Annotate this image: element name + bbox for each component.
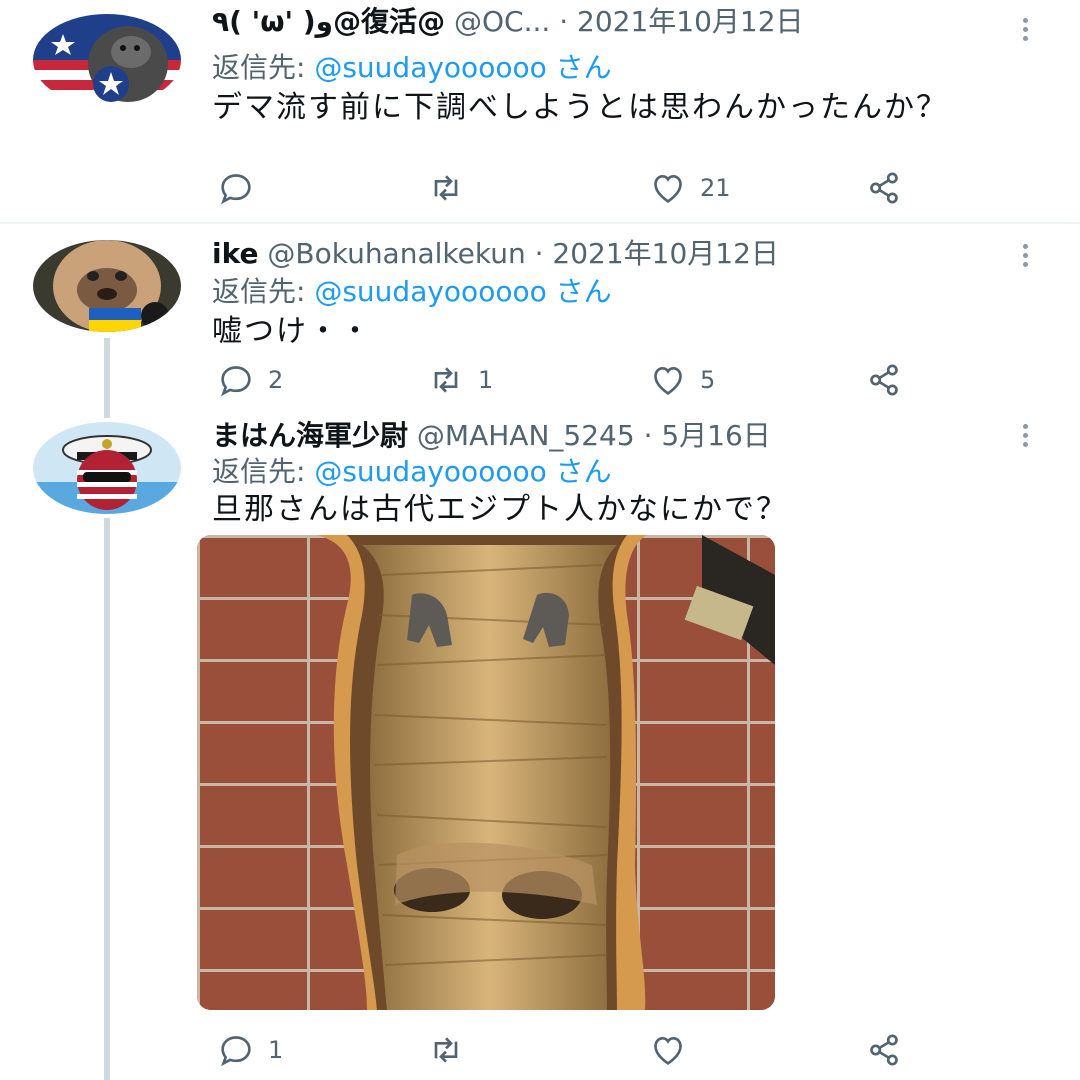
display-name[interactable]: ٩( 'ω' )و@復活@	[212, 5, 445, 38]
tweet-date[interactable]: · 5月16日	[644, 419, 771, 452]
reply-button[interactable]: 1	[216, 1030, 283, 1070]
reply-icon	[221, 1036, 251, 1067]
reply-to-line: 返信先: @suudayoooooo さん	[212, 454, 612, 490]
user-handle[interactable]: @Bokuhanalkekun	[267, 237, 525, 270]
display-name[interactable]: まはん海軍少尉	[212, 419, 408, 452]
heart-icon	[654, 1036, 682, 1065]
retweet-icon	[434, 1037, 458, 1063]
like-button[interactable]: 5	[648, 360, 715, 400]
retweet-icon	[434, 175, 458, 201]
like-button[interactable]	[648, 1030, 700, 1070]
tweet-actions: 21	[212, 168, 972, 208]
avatar[interactable]	[33, 240, 181, 332]
reply-icon	[221, 366, 251, 397]
tweet-date[interactable]: · 2021年10月12日	[559, 5, 803, 38]
retweet-button[interactable]	[426, 168, 478, 208]
share-icon	[870, 172, 898, 204]
reply-count: 2	[268, 366, 284, 394]
heart-icon	[654, 174, 682, 203]
like-count: 5	[700, 366, 716, 394]
share-icon	[870, 364, 898, 396]
display-name[interactable]: ike	[212, 237, 258, 270]
mummy-in-coffin-photo	[197, 535, 775, 1010]
share-icon	[870, 1034, 898, 1066]
tweet-divider	[0, 222, 1080, 224]
tweet-header: ike @Bokuhanalkekun · 2021年10月12日	[212, 236, 779, 272]
tweet-media-image[interactable]	[197, 535, 775, 1010]
reply-to-handle[interactable]: @suudayoooooo さん	[314, 455, 611, 488]
like-count: 21	[700, 174, 731, 202]
reply-to-label: 返信先:	[212, 275, 315, 308]
navy-officer-ball-avatar	[33, 422, 181, 514]
heart-icon	[654, 366, 682, 395]
reply-button[interactable]: 2	[216, 360, 283, 400]
like-button[interactable]: 21	[648, 168, 731, 208]
retweet-button[interactable]	[426, 1030, 478, 1070]
reply-count: 1	[268, 1036, 284, 1064]
tweet-header: ٩( 'ω' )و@復活@ @OC... · 2021年10月12日	[212, 4, 804, 40]
tweet-text: 嘘つけ・・	[212, 314, 372, 349]
reply-icon	[221, 174, 251, 205]
tweet-actions: 2 1 5	[212, 360, 972, 400]
reply-to-label: 返信先:	[212, 455, 315, 488]
reply-to-line: 返信先: @suudayoooooo さん	[212, 50, 612, 86]
tweet-2[interactable]: ike @Bokuhanalkekun · 2021年10月12日 返信先: @…	[0, 226, 1080, 418]
reply-to-line: 返信先: @suudayoooooo さん	[212, 274, 612, 310]
thread-line	[104, 518, 110, 1080]
share-button[interactable]	[864, 360, 904, 400]
avatar[interactable]	[33, 422, 181, 514]
tweet-date[interactable]: · 2021年10月12日	[535, 237, 779, 270]
reply-button[interactable]	[216, 168, 268, 208]
retweet-count: 1	[478, 366, 494, 394]
reply-to-handle[interactable]: @suudayoooooo さん	[314, 51, 611, 84]
tweet-text: デマ流す前に下調べしようとは思わんかったんか？	[212, 90, 948, 125]
share-button[interactable]	[864, 168, 904, 208]
reply-to-handle[interactable]: @suudayoooooo さん	[314, 275, 611, 308]
retweet-icon	[434, 367, 458, 393]
more-options-icon[interactable]	[1020, 424, 1030, 451]
user-handle[interactable]: @MAHAN_5245	[417, 419, 635, 452]
tweet-header: まはん海軍少尉 @MAHAN_5245 · 5月16日	[212, 418, 771, 454]
tweet-text: 旦那さんは古代エジプト人かなにかで？	[212, 492, 788, 527]
reply-to-label: 返信先:	[212, 51, 315, 84]
thread-line	[104, 338, 110, 418]
tweet-1[interactable]: ٩( 'ω' )و@復活@ @OC... · 2021年10月12日 返信先: …	[0, 0, 1080, 222]
user-handle[interactable]: @OC...	[454, 5, 550, 38]
pug-ukraine-flag-avatar	[33, 240, 181, 332]
gorilla-captain-america-avatar	[33, 14, 181, 106]
avatar[interactable]	[33, 14, 181, 106]
share-button[interactable]	[864, 1030, 904, 1070]
more-options-icon[interactable]	[1020, 244, 1030, 271]
more-options-icon[interactable]	[1020, 18, 1030, 45]
tweet-actions: 1	[212, 1030, 972, 1070]
retweet-button[interactable]: 1	[426, 360, 493, 400]
